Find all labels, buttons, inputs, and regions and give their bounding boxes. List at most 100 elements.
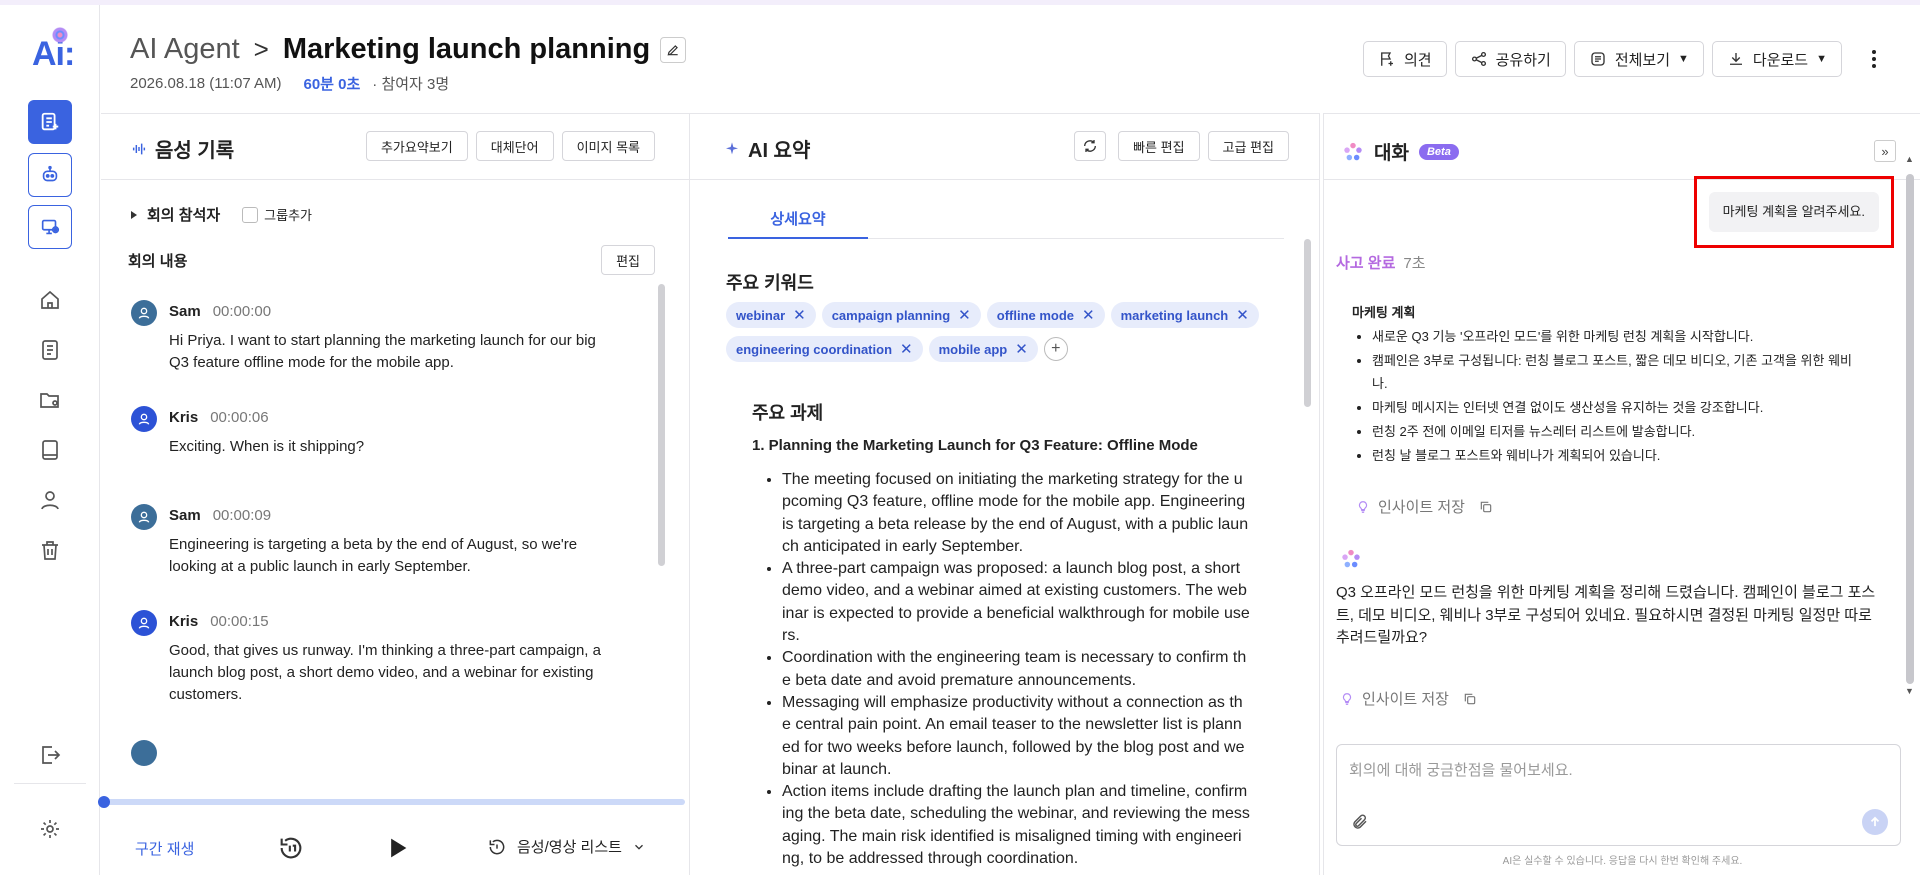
keyword-chip[interactable]: offline mode ✕ [986,302,1105,328]
summary-title: AI 요약 [724,134,810,163]
image-list-button[interactable]: 이미지 목록 [561,131,655,161]
transcript-entry[interactable]: Kris 00:00:15 Good, that gives us runway.… [129,604,649,734]
speaker-name: Sam [169,507,201,524]
user-message: 마케팅 계획을 알려주세요. [1708,192,1879,232]
media-list-dropdown[interactable]: 음성/영상 리스트 [487,836,646,857]
book-icon[interactable] [38,438,62,462]
timestamp[interactable]: 00:00:06 [210,409,268,426]
group-add-checkbox[interactable] [242,206,259,223]
keyword-chip[interactable]: engineering coordination ✕ [726,336,923,362]
logout-icon[interactable] [38,743,62,767]
scroll-up-arrow-icon[interactable]: ▲ [1905,154,1914,164]
new-note-button[interactable] [28,100,72,144]
speaker-name: Kris [169,613,199,630]
keyword-chip[interactable]: campaign planning ✕ [821,302,981,328]
play-icon[interactable] [383,834,411,862]
share-button[interactable]: 공유하기 [1454,41,1566,77]
header-actions: 의견 공유하기 전체보기 ▼ 다운로드 ▼ [1363,41,1884,77]
scroll-thumb[interactable] [1906,174,1914,684]
rewind-icon[interactable] [277,834,305,862]
utterance-text: Hi Priya. I want to start planning the m… [169,332,596,371]
view-all-dropdown[interactable]: 전체보기 ▼ [1573,41,1704,77]
transcript-scrollbar[interactable] [658,284,665,566]
scroll-down-arrow-icon[interactable]: ▼ [1905,686,1914,696]
meeting-meta: 2026.08.18 (11:07 AM) 60분 0초 · 참여자 3명 [130,73,449,94]
attendees-toggle[interactable]: 회의 참석자 그룹추가 [131,204,312,225]
collapse-chat-button[interactable]: » [1874,140,1896,162]
meeting-record-button[interactable] [28,205,72,249]
replace-word-button[interactable]: 대체단어 [475,131,554,161]
person-icon [138,413,150,425]
progress-knob[interactable] [98,796,110,808]
chat-scrollbar[interactable]: ▲ ▼ [1904,154,1916,754]
avatar [131,504,157,530]
share-label: 공유하기 [1495,51,1551,69]
chat-panel: 대화 Beta » 마케팅 계획을 알려주세요. 사고 완료 7초 마케팅 계획… [1323,113,1920,875]
save-insight-button[interactable]: 인사이트 저장 [1362,688,1449,709]
tab-detailed-summary[interactable]: 상세요약 [728,209,868,239]
app-logo[interactable]: Ai: [32,27,75,74]
summary-title-text: AI 요약 [748,140,811,162]
timestamp[interactable]: 00:00:15 [210,613,268,630]
chat-input[interactable]: 회의에 대해 궁금한점을 물어보세요. [1349,759,1573,780]
chat-input-box[interactable]: 회의에 대해 궁금한점을 물어보세요. [1336,744,1901,846]
lightbulb-icon[interactable] [1340,692,1354,706]
advanced-edit-button[interactable]: 고급 편집 [1207,131,1289,161]
edit-title-button[interactable] [660,36,687,63]
download-dropdown[interactable]: 다운로드 ▼ [1711,41,1842,77]
home-icon[interactable] [38,288,62,312]
summary-scrollbar[interactable] [1304,239,1311,407]
trash-icon[interactable] [38,538,62,562]
paperclip-icon[interactable] [1351,813,1369,831]
transcript-entry[interactable]: Sam 00:00:00 Hi Priya. I want to start pl… [129,294,649,400]
refresh-summary-button[interactable] [1074,131,1107,161]
participant-count: · 참여자 3명 [372,76,450,93]
more-summary-button[interactable]: 추가요약보기 [365,131,468,161]
quick-edit-button[interactable]: 빠른 편집 [1118,131,1200,161]
speaker-name: Sam [169,303,201,320]
copy-icon[interactable] [1463,692,1477,706]
keyword-chip[interactable]: webinar ✕ [726,302,816,328]
settings-gear-icon[interactable] [38,817,62,841]
transcript-title-text: 음성 기록 [155,140,235,162]
person-icon [138,511,150,523]
logo-text: Ai: [32,35,75,73]
save-insight-button[interactable]: 인사이트 저장 [1378,496,1465,517]
more-menu-icon[interactable] [1864,41,1884,77]
shared-folder-icon[interactable] [38,388,62,412]
transcript-entry[interactable]: Sam 00:00:09 Engineering is targeting a b… [129,498,649,604]
remove-keyword-icon[interactable]: ✕ [793,306,806,324]
share-icon [1471,51,1486,67]
send-button[interactable] [1862,809,1888,835]
copy-icon[interactable] [1479,500,1493,514]
playback-progress-bar[interactable] [98,796,685,808]
remove-keyword-icon[interactable]: ✕ [1082,306,1095,324]
breadcrumb-root[interactable]: AI Agent [130,33,240,66]
remove-keyword-icon[interactable]: ✕ [958,306,971,324]
transcript-entry[interactable]: Kris 00:00:06 Exciting. When is it shippi… [129,400,649,498]
remove-keyword-icon[interactable]: ✕ [1236,306,1249,324]
thinking-status[interactable]: 사고 완료 7초 [1336,252,1426,273]
monitor-record-icon [41,219,60,235]
plan-heading: 마케팅 계획 [1352,305,1416,320]
page-header: AI Agent > Marketing launch planning 202… [101,5,1920,113]
ai-agent-button[interactable] [28,153,72,197]
feedback-button[interactable]: 의견 [1363,41,1447,77]
remove-keyword-icon[interactable]: ✕ [1015,340,1028,358]
plan-list: 새로운 Q3 기능 '오프라인 모드'를 위한 마케팅 런칭 계획을 시작합니다… [1372,326,1862,469]
lightbulb-icon[interactable] [1356,500,1370,514]
timestamp[interactable]: 00:00:09 [213,507,271,524]
keyword-chip[interactable]: mobile app ✕ [928,336,1038,362]
ai-disclaimer: AI은 실수할 수 있습니다. 응답을 다시 한번 확인해 주세요. [1502,856,1743,867]
document-list-icon[interactable] [38,338,62,362]
edit-transcript-button[interactable]: 편집 [601,245,655,275]
remove-keyword-icon[interactable]: ✕ [900,340,913,358]
summary-bullet: A three-part campaign was proposed: a la… [782,558,1250,647]
user-icon[interactable] [38,488,62,512]
add-keyword-button[interactable]: + [1043,337,1068,361]
timestamp[interactable]: 00:00:00 [213,303,271,320]
keyword-chip[interactable]: marketing launch ✕ [1110,302,1259,328]
robot-icon [42,165,58,182]
section-play-button[interactable]: 구간 재생 [135,838,194,859]
chat-panel-header: 대화 Beta » [1324,114,1920,180]
